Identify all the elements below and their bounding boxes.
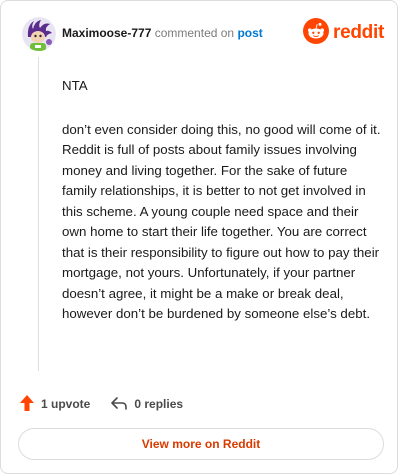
comment-body: NTA don’t even consider doing this, no g… [62,76,382,325]
upvote-button[interactable]: 1 upvote [19,394,90,415]
user-avatar[interactable] [22,17,56,51]
thread-line [38,57,39,371]
comment-embed-card: Maximoose-777 commented on post reddit N… [0,0,398,474]
username[interactable]: Maximoose-777 [62,26,151,40]
commented-on-label: commented on [154,26,235,40]
reply-count: 0 replies [134,397,184,411]
arrow-up-icon [19,394,35,415]
reddit-wordmark: reddit [333,22,384,43]
comment-paragraph: NTA [62,78,88,93]
reddit-brand[interactable]: reddit [303,17,384,49]
comment-meta: Maximoose-777 commented on post [62,26,263,41]
post-link[interactable]: post [237,26,262,40]
view-more-on-reddit-button[interactable]: View more on Reddit [18,428,384,460]
reddit-snoo-icon [303,17,330,49]
reply-arrow-icon [110,395,128,414]
comment-actions: 1 upvote 0 replies [19,394,183,414]
upvote-count: 1 upvote [41,397,91,411]
comment-header: Maximoose-777 commented on post reddit [18,15,384,53]
replies-button[interactable]: 0 replies [110,395,183,414]
comment-paragraph: don’t even consider doing this, no good … [62,121,381,322]
